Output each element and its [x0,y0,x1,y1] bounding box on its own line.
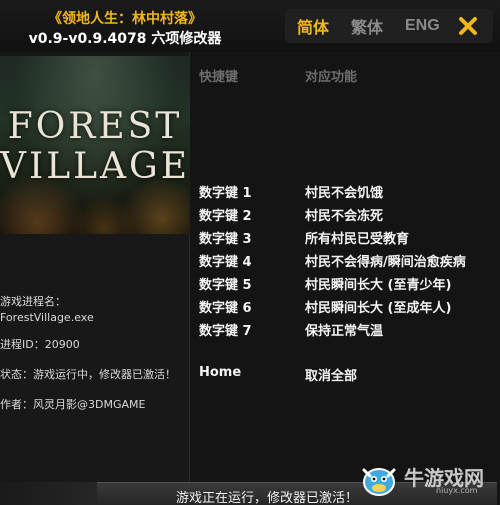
hotkey-panel: 快捷键 对应功能 数字键 1 村民不会饥饿 数字键 2 村民不会冻死 数字键 3… [191,52,500,472]
language-switcher: 简体 繁体 ENG [285,9,493,43]
game-title: 《领地人生：林中村落》 [48,11,202,27]
hotkey-4: 数字键 4 [199,255,252,270]
function-1[interactable]: 村民不会饥饿 [305,182,383,201]
watermark-cow-logo-icon [362,468,396,496]
function-cancel-all[interactable]: 取消全部 [305,365,357,384]
cover-title-line1: FOREST [7,106,183,147]
left-panel: FOREST VILLAGE 游戏进程名： ForestVillage.exe … [0,52,190,505]
hotkey-5: 数字键 5 [199,278,252,293]
function-3[interactable]: 所有村民已受教育 [305,228,409,247]
header-hotkey: 快捷键 [199,70,239,85]
function-7[interactable]: 保持正常气温 [305,320,383,339]
lang-english-button[interactable]: ENG [405,17,440,35]
game-cover-image: FOREST VILLAGE [0,56,190,234]
process-name-value: ForestVillage.exe [0,311,94,324]
process-id-line: 进程ID：20900 [0,337,190,353]
header-function: 对应功能 [305,70,358,85]
hotkey-2: 数字键 2 [199,209,252,224]
function-2[interactable]: 村民不会冻死 [305,205,383,224]
process-id-value: 20900 [44,338,80,351]
process-name-label: 游戏进程名： [0,295,66,308]
close-icon[interactable] [457,15,479,37]
hotkey-7: 数字键 7 [199,324,252,339]
author-text: 作者：风灵月影@3DMGAME [0,398,146,411]
hotkey-6: 数字键 6 [199,301,252,316]
version-title: v0.9-v0.9.4078 六项修改器 [28,31,222,47]
lang-traditional-button[interactable]: 繁体 [351,14,383,38]
bottom-left-strip [0,482,97,505]
lang-simplified-button[interactable]: 简体 [297,14,329,38]
function-5[interactable]: 村民瞬间长大 (至青少年) [305,274,451,293]
cover-title-line2: VILLAGE [0,146,190,187]
function-4[interactable]: 村民不会得病/瞬间治愈疾病 [305,251,466,270]
process-id-label: 进程ID： [0,338,45,351]
function-6[interactable]: 村民瞬间长大 (至成年人) [305,297,451,316]
hotkey-1: 数字键 1 [199,186,252,201]
hotkey-3: 数字键 3 [199,232,252,247]
title-bar: 《领地人生：林中村落》 v0.9-v0.9.4078 六项修改器 简体 繁体 E… [0,0,500,52]
watermark-url: niuyx.com [436,486,478,495]
status-text: 状态：游戏运行中，修改器已激活！ [0,368,176,381]
hotkey-home: Home [199,365,242,380]
